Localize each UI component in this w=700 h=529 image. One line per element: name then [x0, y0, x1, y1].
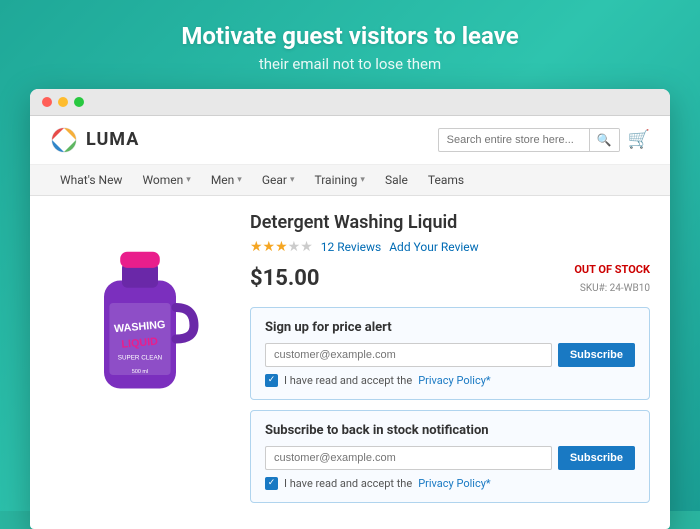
stock-alert-title: Subscribe to back in stock notification	[265, 423, 635, 438]
search-box[interactable]: 🔍	[438, 128, 620, 152]
product-area: WASHING LIQUID SUPER CLEAN 500 ml Deterg…	[30, 196, 670, 529]
chevron-down-icon: ▾	[290, 175, 295, 185]
product-info-col: Detergent Washing Liquid ★★★★★ 12 Review…	[250, 212, 650, 513]
svg-text:SUPER CLEAN: SUPER CLEAN	[118, 354, 163, 361]
product-price: $15.00	[250, 266, 320, 291]
store-nav: What's New Women ▾ Men ▾ Gear ▾ Training…	[30, 165, 670, 196]
browser-chrome	[30, 89, 670, 116]
sku-label: SKU#: 24-WB10	[580, 283, 650, 294]
price-alert-subscribe-button[interactable]: Subscribe	[558, 343, 635, 367]
price-alert-box: Sign up for price alert Subscribe ✓ I ha…	[250, 307, 650, 400]
nav-item-men[interactable]: Men ▾	[201, 165, 252, 195]
price-row: $15.00 OUT OF STOCK SKU#: 24-WB10	[250, 263, 650, 295]
chevron-down-icon: ▾	[237, 175, 242, 185]
svg-text:500 ml: 500 ml	[132, 369, 148, 375]
checkmark-icon: ✓	[268, 479, 276, 488]
price-alert-checkbox[interactable]: ✓	[265, 374, 278, 387]
stock-alert-input-row: Subscribe	[265, 446, 635, 470]
search-button[interactable]: 🔍	[589, 129, 619, 151]
star-rating: ★★★★★	[250, 239, 313, 255]
out-of-stock-label: OUT OF STOCK	[574, 263, 650, 276]
product-title: Detergent Washing Liquid	[250, 212, 650, 233]
price-alert-policy-link[interactable]: Privacy Policy*	[418, 374, 490, 387]
browser-dot-red[interactable]	[42, 97, 52, 107]
stock-alert-policy-row: ✓ I have read and accept the Privacy Pol…	[265, 477, 635, 490]
nav-item-training[interactable]: Training ▾	[304, 165, 374, 195]
promo-header: Motivate guest visitors to leave their e…	[0, 0, 700, 89]
stock-alert-checkbox[interactable]: ✓	[265, 477, 278, 490]
star-empty: ★★	[288, 239, 313, 255]
product-image-col: WASHING LIQUID SUPER CLEAN 500 ml	[50, 212, 230, 513]
promo-title: Motivate guest visitors to leave	[0, 22, 700, 51]
stock-alert-box: Subscribe to back in stock notification …	[250, 410, 650, 503]
nav-item-whats-new[interactable]: What's New	[50, 165, 132, 195]
header-right: 🔍 🛒	[438, 128, 650, 152]
stock-alert-policy-text: I have read and accept the	[284, 477, 412, 490]
price-alert-policy-text: I have read and accept the	[284, 374, 412, 387]
store-header: LUMA 🔍 🛒	[30, 116, 670, 165]
stock-alert-email-input[interactable]	[265, 446, 552, 470]
add-review-link[interactable]: Add Your Review	[389, 240, 478, 254]
nav-item-teams[interactable]: Teams	[418, 165, 474, 195]
star-filled: ★★★	[250, 239, 288, 255]
search-input[interactable]	[439, 130, 589, 150]
chevron-down-icon: ▾	[186, 175, 191, 185]
browser-dot-yellow[interactable]	[58, 97, 68, 107]
price-alert-policy-row: ✓ I have read and accept the Privacy Pol…	[265, 374, 635, 387]
logo-icon	[50, 126, 78, 154]
stock-alert-subscribe-button[interactable]: Subscribe	[558, 446, 635, 470]
logo-text: LUMA	[86, 129, 139, 150]
rating-row: ★★★★★ 12 Reviews Add Your Review	[250, 239, 650, 255]
browser-window: LUMA 🔍 🛒 What's New Women ▾ Men ▾ Gear ▾…	[30, 89, 670, 529]
review-count-link[interactable]: 12 Reviews	[321, 240, 381, 254]
product-image: WASHING LIQUID SUPER CLEAN 500 ml	[70, 222, 210, 402]
price-alert-title: Sign up for price alert	[265, 320, 635, 335]
checkmark-icon: ✓	[268, 376, 276, 385]
price-alert-email-input[interactable]	[265, 343, 552, 367]
stock-info: OUT OF STOCK SKU#: 24-WB10	[574, 263, 650, 295]
logo[interactable]: LUMA	[50, 126, 139, 154]
stock-alert-policy-link[interactable]: Privacy Policy*	[418, 477, 490, 490]
nav-item-sale[interactable]: Sale	[375, 165, 418, 195]
nav-item-gear[interactable]: Gear ▾	[252, 165, 305, 195]
price-alert-input-row: Subscribe	[265, 343, 635, 367]
browser-dot-green[interactable]	[74, 97, 84, 107]
chevron-down-icon: ▾	[360, 175, 365, 185]
promo-subtitle: their email not to lose them	[0, 55, 700, 73]
cart-icon[interactable]: 🛒	[628, 129, 650, 150]
nav-item-women[interactable]: Women ▾	[132, 165, 200, 195]
